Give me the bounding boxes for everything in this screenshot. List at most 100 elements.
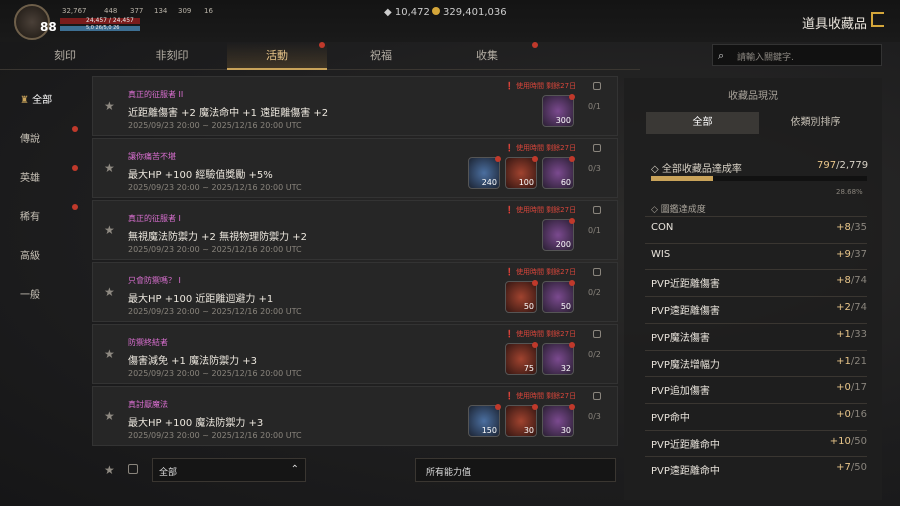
favorite-star-icon[interactable]: ★ bbox=[104, 99, 115, 113]
material-slot[interactable]: 50 bbox=[505, 280, 538, 313]
material-slot[interactable]: 200 bbox=[542, 218, 575, 251]
collection-item-row[interactable]: ★ 真正的征服者 I 無視魔法防禦力 +2 無視物理防禦力 +2 2025/09/23… bbox=[92, 200, 618, 260]
item-effect: 近距離傷害 +2 魔法命中 +1 遠距離傷害 +2 bbox=[128, 108, 329, 119]
item-count: 0/3 bbox=[588, 164, 601, 173]
bonus-value: +0/17 bbox=[836, 382, 867, 393]
favorite-star-icon[interactable]: ★ bbox=[104, 161, 115, 175]
item-effect: 最大HP +100 近距離迴避力 +1 bbox=[128, 294, 274, 305]
collection-item-row[interactable]: ★ 真討厭魔法 最大HP +100 魔法防禦力 +3 2025/09/23 20:00… bbox=[92, 386, 618, 446]
lock-icon[interactable] bbox=[593, 206, 601, 214]
tab-non-engraved[interactable]: 非刻印 bbox=[122, 42, 222, 70]
bonus-current: +8 bbox=[836, 222, 851, 233]
item-effect: 傷害減免 +1 魔法防禦力 +3 bbox=[128, 356, 258, 367]
item-date-range: 2025/09/23 20:00 ~ 2025/12/16 20:00 UTC bbox=[128, 183, 302, 192]
collection-item-row[interactable]: ★ 只會防禦嗎？ I 最大HP +100 近距離迴避力 +1 2025/09/23 2… bbox=[92, 262, 618, 322]
bonus-row: PVP魔法增幅力 +1/21 bbox=[645, 349, 867, 371]
bonus-current: +10 bbox=[829, 435, 851, 447]
atlas-label-text: 圖鑑達成度 bbox=[660, 205, 706, 215]
bonus-value: +9/37 bbox=[836, 249, 867, 260]
warning-text: 使用時間 剩餘27日 bbox=[515, 392, 577, 400]
item-category: 真正的征服者 II bbox=[128, 90, 184, 99]
notification-dot bbox=[532, 342, 538, 348]
tab-collect[interactable]: 收集 bbox=[437, 42, 537, 70]
stat-5: 309 bbox=[178, 7, 192, 15]
page-title: 道具收藏品 bbox=[802, 17, 868, 32]
lock-icon[interactable] bbox=[593, 330, 601, 338]
bonus-max: /50 bbox=[850, 435, 867, 447]
collection-item-row[interactable]: ★ 防禦終結者 傷害減免 +1 魔法防禦力 +3 2025/09/23 20:00 ~… bbox=[92, 324, 618, 384]
lock-icon[interactable] bbox=[593, 82, 601, 90]
collection-item-row[interactable]: ★ 讓你痛苦不堪 最大HP +100 經驗值獎勵 +5% 2025/09/23 20:… bbox=[92, 138, 618, 198]
material-quantity: 100 bbox=[518, 178, 534, 187]
bonus-current: +1 bbox=[836, 355, 851, 367]
bonus-max: /17 bbox=[850, 382, 867, 394]
lock-icon[interactable] bbox=[593, 144, 601, 152]
notification-dot bbox=[569, 94, 575, 100]
stat-filter-select[interactable]: 所有能力值 bbox=[415, 458, 616, 482]
favorite-star-icon[interactable]: ★ bbox=[104, 223, 115, 237]
material-slot[interactable]: 300 bbox=[542, 94, 575, 127]
tab-sort-by-category[interactable]: 依類別排序 bbox=[759, 112, 872, 134]
tab-engraved[interactable]: 刻印 bbox=[15, 42, 115, 70]
sidebar-label: 全部 bbox=[32, 95, 53, 106]
material-slot[interactable]: 50 bbox=[542, 280, 575, 313]
material-slot[interactable]: 60 bbox=[542, 156, 575, 189]
notification-dot bbox=[495, 156, 501, 162]
tab-event[interactable]: 活動 bbox=[227, 42, 327, 70]
completion-progress-bar bbox=[651, 176, 867, 181]
material-slot[interactable]: 75 bbox=[505, 342, 538, 375]
item-count: 0/1 bbox=[588, 102, 601, 111]
search-input[interactable]: ⌕ 請輸入關鍵字. bbox=[712, 44, 882, 66]
collection-list: ★ 真正的征服者 II 近距離傷害 +2 魔法命中 +1 遠距離傷害 +2 2025/… bbox=[92, 76, 618, 448]
favorite-filter-star-icon[interactable]: ★ bbox=[104, 463, 115, 477]
grade-filter-select[interactable]: 全部 ⌃ bbox=[152, 458, 306, 482]
exit-icon[interactable] bbox=[871, 12, 884, 27]
sidebar-item-legend[interactable]: 傳說 bbox=[20, 130, 40, 145]
bonus-name: PVP遠距離傷害 bbox=[651, 306, 720, 318]
lock-icon[interactable] bbox=[593, 268, 601, 276]
favorite-star-icon[interactable]: ★ bbox=[104, 285, 115, 299]
bonus-max: /21 bbox=[850, 355, 867, 367]
material-slot[interactable]: 150 bbox=[468, 404, 501, 437]
sidebar-item-hero[interactable]: 英雄 bbox=[20, 169, 40, 184]
bonus-current: +0 bbox=[836, 408, 851, 420]
character-level: 88 bbox=[40, 20, 57, 34]
sidebar-item-rare[interactable]: 稀有 bbox=[20, 208, 40, 223]
favorite-star-icon[interactable]: ★ bbox=[104, 409, 115, 423]
lock-icon[interactable] bbox=[593, 392, 601, 400]
sidebar-item-all[interactable]: ♜ 全部 bbox=[20, 91, 52, 106]
material-slot[interactable]: 30 bbox=[542, 404, 575, 437]
bonus-current: +0 bbox=[836, 382, 851, 394]
item-effect: 無視魔法防禦力 +2 無視物理防禦力 +2 bbox=[128, 232, 308, 243]
diamond-currency: ◆ 10,472 bbox=[384, 7, 430, 18]
tab-all[interactable]: 全部 bbox=[646, 112, 759, 134]
material-slot[interactable]: 240 bbox=[468, 156, 501, 189]
bonus-row: PVP追加傷害 +0/17 bbox=[645, 376, 867, 397]
lock-filter-icon[interactable] bbox=[128, 464, 138, 474]
favorite-star-icon[interactable]: ★ bbox=[104, 347, 115, 361]
item-count: 0/2 bbox=[588, 288, 601, 297]
bonus-max: /74 bbox=[850, 275, 867, 287]
atlas-completion-label: ◇ 圖鑑達成度 bbox=[651, 205, 706, 215]
tab-blessing[interactable]: 祝福 bbox=[331, 42, 431, 70]
notification-dot bbox=[72, 204, 78, 210]
item-effect: 最大HP +100 魔法防禦力 +3 bbox=[128, 418, 264, 429]
sidebar-item-normal[interactable]: 一般 bbox=[20, 286, 40, 301]
notification-dot bbox=[532, 42, 538, 48]
stat-6: 16 bbox=[204, 7, 213, 15]
bonus-current: +9 bbox=[836, 248, 851, 260]
item-date-range: 2025/09/23 20:00 ~ 2025/12/16 20:00 UTC bbox=[128, 307, 302, 316]
bonus-value: +8/35 bbox=[836, 222, 867, 233]
material-slot[interactable]: 30 bbox=[505, 404, 538, 437]
bonus-name: PVP魔法傷害 bbox=[651, 332, 710, 344]
collection-item-row[interactable]: ★ 真正的征服者 II 近距離傷害 +2 魔法命中 +1 遠距離傷害 +2 2025/… bbox=[92, 76, 618, 136]
material-slot[interactable]: 32 bbox=[542, 342, 575, 375]
search-icon: ⌕ bbox=[718, 49, 725, 62]
item-effect: 最大HP +100 經驗值獎勵 +5% bbox=[128, 170, 273, 181]
material-slot[interactable]: 100 bbox=[505, 156, 538, 189]
top-status-bar: 88 32,767 448 377 134 309 16 24,457 / 24… bbox=[0, 0, 900, 42]
bonus-max: /37 bbox=[850, 248, 867, 260]
sidebar-item-advanced[interactable]: 高級 bbox=[20, 247, 40, 262]
warning-text: 使用時間 剩餘27日 bbox=[515, 206, 577, 214]
bonus-row: PVP遠距離傷害 +2/74 bbox=[645, 296, 867, 317]
